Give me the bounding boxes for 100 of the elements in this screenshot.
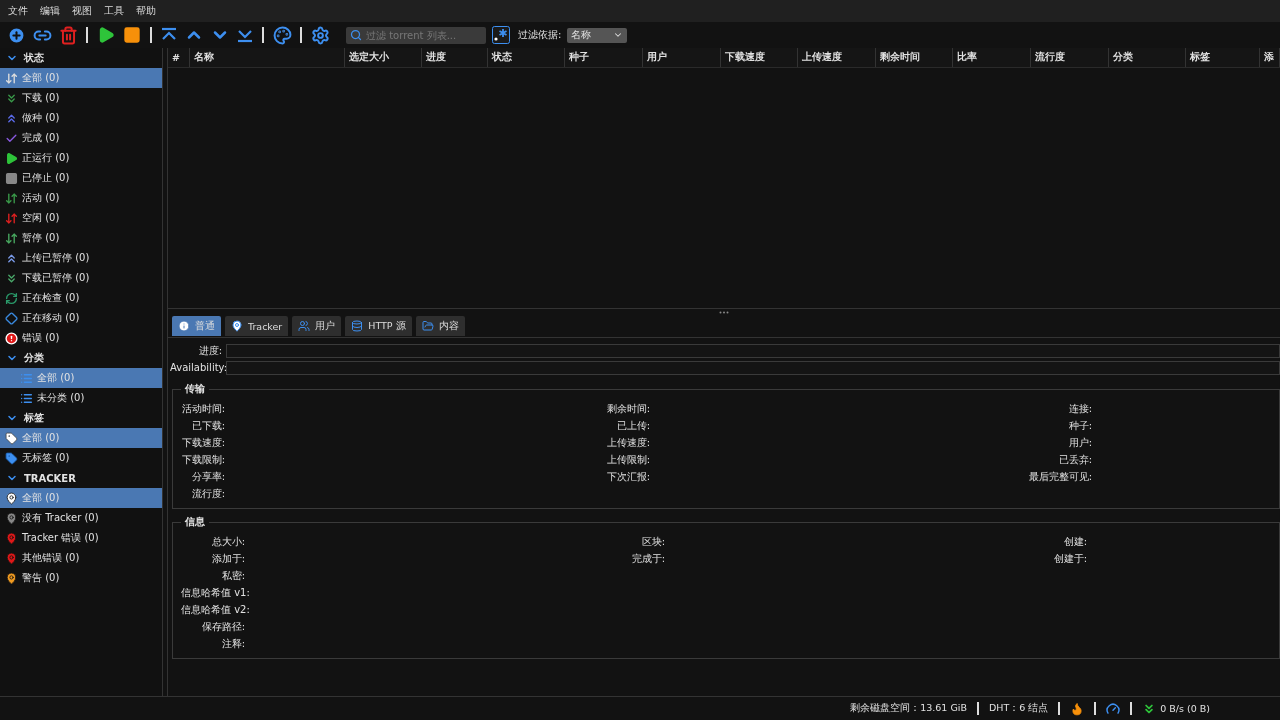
free-space-text: 剩余磁盘空间：13.61 GiB (850, 702, 967, 715)
column-header[interactable]: 流行度 (1031, 48, 1109, 67)
settings-icon (310, 25, 330, 45)
column-header[interactable]: 选定大小 (345, 48, 422, 67)
sidebar-item[interactable]: 没有 Tracker (0) (0, 508, 162, 528)
menu-item[interactable]: 编辑 (34, 4, 66, 18)
sidebar-item[interactable]: Tracker 错误 (0) (0, 528, 162, 548)
filter-label: 过滤依据: (518, 28, 562, 42)
section-header[interactable]: 标签 (0, 408, 162, 428)
gauge-icon (1106, 701, 1121, 716)
sidebar-item[interactable]: 全部 (0) (0, 68, 162, 88)
sidebar-item[interactable]: 上传已暂停 (0) (0, 248, 162, 268)
sidebar-item[interactable]: 全部 (0) (0, 428, 162, 448)
sidebar-item[interactable]: 下载已暂停 (0) (0, 268, 162, 288)
field-label: 用户: (1067, 435, 1092, 450)
stop-icon (123, 26, 141, 44)
sidebar-item[interactable]: 空闲 (0) (0, 208, 162, 228)
sidebar-item[interactable]: 已停止 (0) (0, 168, 162, 188)
field-label: 区块: (640, 534, 665, 549)
sidebar-item[interactable]: 正在检查 (0) (0, 288, 162, 308)
caret-icon (613, 30, 624, 40)
sidebar-item[interactable]: 全部 (0) (0, 368, 162, 388)
menu-item[interactable]: 帮助 (130, 4, 162, 18)
column-header[interactable]: 种子 (565, 48, 643, 67)
column-header[interactable]: 用户 (643, 48, 721, 67)
list-icon (20, 371, 33, 385)
dht-text: DHT：6 结点 (988, 702, 1049, 715)
regex-icon[interactable] (492, 26, 510, 44)
bar-label: 进度: (197, 343, 222, 358)
field-label: 连接: (1067, 401, 1092, 416)
section-header[interactable]: 分类 (0, 348, 162, 368)
sidebar-item[interactable]: 正在移动 (0) (0, 308, 162, 328)
filter-select[interactable]: 名称 (567, 27, 628, 43)
column-header[interactable]: # (168, 48, 190, 67)
play-icon (5, 151, 18, 165)
field-label: 已上传: (615, 418, 650, 433)
column-header[interactable]: 分类 (1109, 48, 1186, 67)
delete-icon (58, 25, 78, 45)
tab[interactable]: 用户 (292, 316, 342, 336)
column-header[interactable]: 添 (1260, 48, 1280, 67)
sidebar-item[interactable]: 做种 (0) (0, 108, 162, 128)
tag-icon (5, 451, 18, 465)
tab[interactable]: 普通 (172, 316, 221, 336)
column-header[interactable]: 比率 (953, 48, 1031, 67)
field-label: 活动时间: (181, 401, 225, 416)
column-header[interactable]: 进度 (422, 48, 488, 67)
grip-icon[interactable] (719, 311, 729, 314)
menu-item[interactable]: 视图 (66, 4, 98, 18)
section-header[interactable]: TRACKER (0, 468, 162, 488)
sidebar-item[interactable]: 全部 (0) (0, 488, 162, 508)
field-label: 上传限制: (605, 452, 650, 467)
add-icon (6, 25, 26, 45)
field-label: 种子: (1067, 418, 1092, 433)
column-header[interactable]: 标签 (1186, 48, 1260, 67)
field-label: 创建于: (1052, 551, 1087, 566)
sidebar-item[interactable]: 正运行 (0) (0, 148, 162, 168)
group-title: 信息 (184, 515, 206, 529)
column-header[interactable]: 下载速度 (721, 48, 798, 67)
pin-icon (5, 491, 18, 505)
sidebar-item[interactable]: 活动 (0) (0, 188, 162, 208)
palette-icon (272, 25, 292, 45)
field-label: 保存路径: (200, 619, 245, 634)
up-down-arrows-icon (5, 231, 18, 245)
sidebar-item[interactable]: 其他错误 (0) (0, 548, 162, 568)
field-label: 下载速度: (181, 435, 225, 450)
pin-icon (5, 551, 18, 565)
square-icon (5, 171, 18, 185)
info-icon (178, 320, 190, 332)
column-header[interactable]: 名称 (190, 48, 345, 67)
sidebar-item[interactable]: 暂停 (0) (0, 228, 162, 248)
tab[interactable]: 内容 (415, 316, 465, 336)
field-label: 添加于: (210, 551, 245, 566)
field-label: 下载限制: (181, 452, 225, 467)
error-icon (5, 331, 18, 345)
field-label: 总大小: (210, 534, 245, 549)
menu-item[interactable]: 文件 (2, 4, 34, 18)
column-header[interactable]: 上传速度 (798, 48, 876, 67)
section-header[interactable]: 状态 (0, 48, 162, 68)
tab[interactable]: HTTP 源 (345, 316, 412, 336)
field-label: 完成于: (630, 551, 665, 566)
sidebar-item[interactable]: 警告 (0) (0, 568, 162, 588)
sidebar-item[interactable]: 下载 (0) (0, 88, 162, 108)
sidebar-item[interactable]: 无标签 (0) (0, 448, 162, 468)
sidebar-item[interactable]: 未分类 (0) (0, 388, 162, 408)
speed-text: 0 B/s (0 B) (1160, 703, 1210, 714)
play-icon (97, 26, 115, 44)
field-label: 创建: (1062, 534, 1087, 549)
column-header[interactable]: 剩余时间 (876, 48, 953, 67)
up-down-arrows-icon (5, 211, 18, 225)
column-header[interactable]: 状态 (488, 48, 565, 67)
users-icon (298, 320, 311, 332)
tab[interactable]: Tracker (225, 316, 289, 336)
sidebar-item[interactable]: 错误 (0) (0, 328, 162, 348)
search-icon (350, 29, 362, 41)
sidebar-item[interactable]: 完成 (0) (0, 128, 162, 148)
pin-icon (5, 571, 18, 585)
pin-icon (5, 511, 18, 525)
menu-item[interactable]: 工具 (98, 4, 130, 18)
field-label: 已下载: (190, 418, 225, 433)
field-label: 私密: (220, 568, 245, 583)
